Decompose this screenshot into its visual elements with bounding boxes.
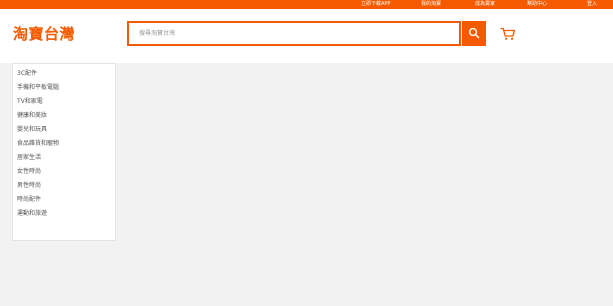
category-item[interactable]: 嬰兒和玩具 [17, 124, 47, 136]
header: 淘寶台灣 [0, 9, 613, 63]
category-menu: 3C配件 手機和平板電腦 TV和家電 健康和美妝 嬰兒和玩具 食品雜貨和寵物 居… [12, 63, 116, 241]
logo[interactable]: 淘寶台灣 [13, 23, 75, 45]
category-item[interactable]: 男性時尚 [17, 180, 41, 192]
cart-button[interactable] [500, 26, 516, 40]
category-item[interactable]: TV和家電 [17, 96, 43, 108]
become-seller-link[interactable]: 成為賣家 [475, 0, 495, 9]
category-item[interactable]: 健康和美妝 [17, 110, 47, 122]
top-bar: 立即下載APP 我的淘寶 成為賣家 幫助中心 登入 [0, 0, 613, 9]
category-item[interactable]: 食品雜貨和寵物 [17, 138, 59, 150]
search-button[interactable] [462, 21, 486, 46]
category-item[interactable]: 運動和旅遊 [17, 208, 47, 220]
category-item[interactable]: 居家生活 [17, 152, 41, 164]
cart-icon [500, 27, 516, 40]
help-center-link[interactable]: 幫助中心 [527, 0, 547, 9]
category-item[interactable]: 3C配件 [17, 68, 37, 80]
search-box [127, 21, 461, 46]
category-item[interactable]: 時尚配件 [17, 194, 41, 206]
search-icon [468, 27, 480, 39]
category-item[interactable]: 手機和平板電腦 [17, 82, 59, 94]
category-item[interactable]: 女性時尚 [17, 166, 41, 178]
my-taobao-link[interactable]: 我的淘寶 [421, 0, 441, 9]
download-app-link[interactable]: 立即下載APP [361, 0, 390, 9]
login-link[interactable]: 登入 [587, 0, 597, 9]
search-input[interactable] [129, 23, 459, 44]
